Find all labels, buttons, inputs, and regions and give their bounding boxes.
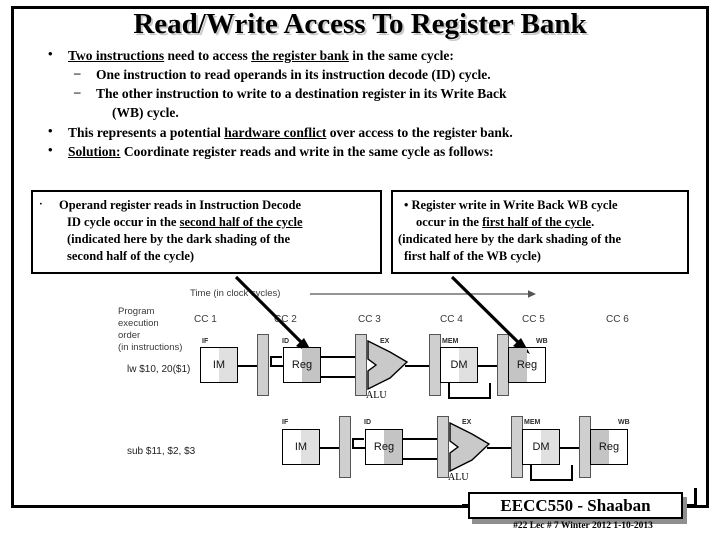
right-box-line-2-text-c: . <box>591 215 595 229</box>
row-1-wire-reg-stub-top <box>270 356 282 358</box>
sub-bullet-item-2: – The other instruction to write to a de… <box>34 84 694 103</box>
row-2-wire-dm-fb-bottom <box>530 479 572 481</box>
row-2-unit-reg-id: Reg <box>365 429 403 465</box>
row-2-unit-alu: ALU <box>448 422 490 483</box>
order-label-line-3: order <box>118 330 141 341</box>
row-2-unit-reg-wb: Reg <box>590 429 628 465</box>
right-box-line-4: first half of the WB cycle) <box>404 249 541 263</box>
left-box-line-3: (indicated here by the dark shading of t… <box>67 232 291 246</box>
row-2-unit-dm-label: DM <box>532 441 550 453</box>
row-2-unit-alu-label: ALU <box>448 472 469 483</box>
banner-tick-corner <box>694 488 697 506</box>
row-2-stage-label-if: IF <box>282 419 289 426</box>
row-1-unit-reg-id-label: Reg <box>291 359 313 371</box>
row-1-instruction-label: lw $10, 20($1) <box>127 364 191 375</box>
sub-bullet-item-1: – One instruction to read operands in it… <box>34 65 694 84</box>
bullet-item-2: • This represents a potential hardware c… <box>34 123 694 142</box>
row-1-wire-dm-fb-bottom <box>448 397 490 399</box>
right-box-line-2-emph: first half of the cycle <box>482 215 592 229</box>
right-box-line-1-text: Register write in Write Back WB cycle <box>411 198 618 212</box>
right-box-line-2-text-a: occur in the <box>416 215 483 229</box>
row-2-unit-reg-wb-label: Reg <box>598 441 620 453</box>
callout-box-operand-read: · Operand register reads in Instruction … <box>31 190 382 274</box>
cycle-header-cc1: CC 1 <box>194 314 217 325</box>
bullet-1-text-d: in the same cycle: <box>348 48 454 63</box>
bullet-2-text-a: This represents a potential <box>68 124 225 140</box>
cycle-header-cc3: CC 3 <box>358 314 381 325</box>
left-box-line-1-text: Operand register reads in Instruction De… <box>59 198 302 212</box>
cycle-header-cc6: CC 6 <box>606 314 629 325</box>
cycle-header-cc2: CC 2 <box>274 314 297 325</box>
bullet-marker-icon: • <box>48 141 53 157</box>
cycle-header-cc4: CC 4 <box>440 314 463 325</box>
row-2-stage-label-mem: MEM <box>524 419 541 426</box>
row-2-pipeline-register-1 <box>339 416 351 478</box>
row-1-wire-dm-fb-right <box>489 383 491 399</box>
bullet-1-emph-c: the register bank <box>251 48 349 63</box>
bullet-list: • Two instructions need to access the re… <box>34 46 694 161</box>
bullet-marker-icon: • <box>48 46 53 61</box>
left-box-bullet-icon: · <box>39 198 43 210</box>
bullet-item-1: • Two instructions need to access the re… <box>34 46 694 65</box>
row-1-stage-label-id: ID <box>282 338 289 345</box>
sub-bullet-2-continuation: (WB) cycle. <box>112 105 179 121</box>
bullet-2-emph-b: hardware conflict <box>224 124 327 140</box>
left-box-line-2-emph: second half of the cycle <box>179 215 303 229</box>
left-box-line-2: ID cycle occur in the second half of the… <box>37 214 374 231</box>
bullet-1-text-b: need to access <box>164 48 252 63</box>
right-box-line-3: (indicated here by the dark shading of t… <box>398 232 622 246</box>
row-1-unit-reg-wb: Reg <box>508 347 546 383</box>
row-1-unit-im: IM <box>200 347 238 383</box>
left-box-line-4: second half of the cycle) <box>67 249 195 263</box>
bullet-1-emph-a: Two instructions <box>68 48 165 63</box>
row-2-unit-im: IM <box>282 429 320 465</box>
pipeline-diagram: Time (in clock cycles) Program execution… <box>118 288 693 488</box>
row-2-wire-dm-fb-right <box>571 465 573 481</box>
row-1-stage-label-mem: MEM <box>442 338 459 345</box>
bullet-3-emph-a: Solution: <box>68 143 121 159</box>
row-1-stage-label-if: IF <box>202 338 209 345</box>
footer-note: #22 Lec # 7 Winter 2012 1-10-2013 <box>513 521 653 531</box>
dash-marker-icon: – <box>74 84 81 100</box>
callout-box-register-write: • Register write in Write Back WB cycle … <box>391 190 689 274</box>
page-title: Read/Write Access To Register Bank <box>133 8 587 40</box>
row-1-unit-dm: DM <box>440 347 478 383</box>
row-2-stage-label-id: ID <box>364 419 371 426</box>
order-label-line-1: Program <box>118 306 155 317</box>
row-2-stage-label-wb: WB <box>618 419 630 426</box>
footer-course-banner: EECC550 - Shaaban <box>468 492 683 519</box>
order-label-line-2: execution <box>118 318 159 329</box>
row-1-unit-dm-label: DM <box>450 359 468 371</box>
row-2-instruction-label: sub $11, $2, $3 <box>127 446 196 457</box>
bullet-marker-icon: • <box>48 122 53 138</box>
sub-bullet-1-text: One instruction to read operands in its … <box>96 67 491 83</box>
row-2-unit-im-label: IM <box>294 441 308 453</box>
row-1-unit-im-label: IM <box>212 359 226 371</box>
row-2-unit-reg-id-label: Reg <box>373 441 395 453</box>
row-1-pipeline-register-1 <box>257 334 269 396</box>
row-1-unit-alu-label: ALU <box>366 390 387 401</box>
right-box-bullet-icon: • <box>404 198 409 212</box>
sub-bullet-2-text: The other instruction to write to a dest… <box>96 86 507 102</box>
order-label-line-4: (in instructions) <box>118 342 183 353</box>
cycle-header-cc5: CC 5 <box>522 314 545 325</box>
row-1-stage-label-wb: WB <box>536 338 548 345</box>
left-box-line-1: · Operand register reads in Instruction … <box>37 197 374 214</box>
slide-root: Read/Write Access To Register Bank • Two… <box>0 0 720 540</box>
row-2-wire-reg-stub-top <box>352 438 364 440</box>
row-1-unit-reg-id: Reg <box>283 347 321 383</box>
bullet-item-3: • Solution: Coordinate register reads an… <box>34 142 694 161</box>
row-1-unit-reg-wb-label: Reg <box>516 359 538 371</box>
left-box-line-2-text-a: ID cycle occur in the <box>67 215 180 229</box>
bullet-2-text-c: over access to the register bank. <box>326 124 513 140</box>
right-box-line-1: • Register write in Write Back WB cycle <box>398 197 682 214</box>
dash-marker-icon: – <box>74 65 81 81</box>
row-2-unit-dm: DM <box>522 429 560 465</box>
bullet-3-text-b: Coordinate register reads and write in t… <box>120 143 494 159</box>
right-box-line-2: occur in the first half of the cycle. <box>398 214 682 231</box>
row-1-unit-alu: ALU <box>366 340 408 401</box>
